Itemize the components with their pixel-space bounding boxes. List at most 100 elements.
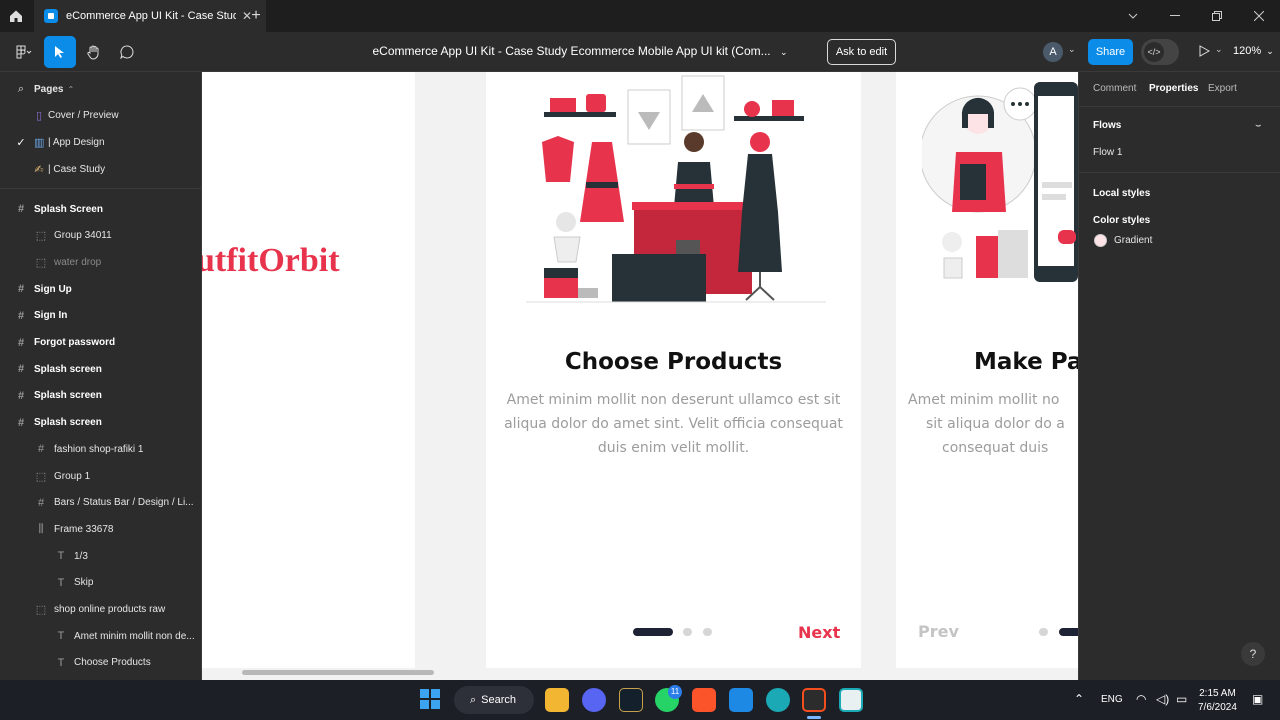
divider bbox=[1079, 172, 1280, 173]
local-styles-label: Local styles bbox=[1093, 188, 1151, 199]
pages-header[interactable]: ⌕ Pages ⌃ bbox=[0, 76, 201, 102]
layer-row[interactable]: T Choose Products bbox=[0, 650, 201, 676]
browser-tab-bar: eCommerce App UI Kit - Case Stud ✕ + bbox=[0, 0, 1280, 32]
league-icon[interactable] bbox=[619, 688, 643, 712]
layer-row[interactable]: ⬚ shop online products raw bbox=[0, 597, 201, 623]
wifi-icon[interactable]: ◠ bbox=[1136, 692, 1146, 706]
page-item-app-design[interactable]: ✓ ▥ | App Design bbox=[0, 129, 201, 155]
tab-export[interactable]: Export bbox=[1208, 83, 1237, 94]
page-item-label: | App Design bbox=[48, 136, 105, 148]
move-tool-icon[interactable] bbox=[44, 36, 76, 68]
page-indicator-active bbox=[1059, 628, 1078, 636]
flow-collapse-icon[interactable]: ⌣ bbox=[1255, 120, 1262, 131]
zoom-value: 120% bbox=[1233, 45, 1262, 57]
layer-row[interactable]: ⫼ Frame 33678 bbox=[0, 516, 201, 542]
document-title[interactable]: eCommerce App UI Kit - Case Study Ecomme… bbox=[340, 44, 820, 58]
layer-row[interactable]: ⬚ water drop bbox=[0, 249, 201, 275]
taskbar-search-label: Search bbox=[481, 694, 517, 706]
restore-icon[interactable] bbox=[1196, 0, 1238, 32]
design-canvas[interactable]: utfitOrbit Choose Products Amet minim mo… bbox=[202, 72, 1078, 680]
screen-heading: Choose Products bbox=[564, 349, 783, 375]
figma-tab-icon bbox=[44, 9, 58, 23]
layer-row[interactable]: # Splash screen bbox=[0, 356, 201, 382]
layer-row[interactable]: ⬚ Group 1 bbox=[0, 463, 201, 489]
figma-toolbar: eCommerce App UI Kit - Case Study Ecomme… bbox=[0, 32, 1280, 72]
volume-icon[interactable]: ◁) bbox=[1156, 692, 1169, 706]
notification-icon[interactable]: ▣ bbox=[1252, 692, 1263, 706]
tab-properties[interactable]: Properties bbox=[1149, 83, 1198, 94]
layer-row[interactable]: T Skip bbox=[0, 570, 201, 596]
app-icon[interactable] bbox=[839, 688, 863, 712]
prev-button[interactable]: Prev bbox=[918, 622, 959, 641]
minimize-icon[interactable] bbox=[1154, 0, 1196, 32]
frame-make-payment[interactable]: Make Pa Amet minim mollit no sit aliqua d… bbox=[896, 72, 1078, 668]
figma-icon[interactable] bbox=[802, 688, 826, 712]
chevron-up-icon[interactable]: ⌃ bbox=[1074, 692, 1084, 706]
notification-badge: 11 bbox=[668, 685, 682, 699]
file-explorer-icon[interactable] bbox=[545, 688, 569, 712]
search-icon[interactable]: ⌕ bbox=[14, 83, 28, 96]
close-window-icon[interactable] bbox=[1238, 0, 1280, 32]
layer-label: Splash Screen bbox=[34, 203, 103, 215]
horizontal-scrollbar[interactable] bbox=[242, 670, 434, 675]
vscode-icon[interactable] bbox=[729, 688, 753, 712]
layer-row[interactable]: T 1/3 bbox=[0, 543, 201, 569]
hand-tool-icon[interactable] bbox=[78, 36, 110, 68]
clock-time: 2:15 AM bbox=[1199, 688, 1236, 699]
discord-icon[interactable] bbox=[582, 688, 606, 712]
text-icon: T bbox=[57, 656, 65, 669]
language-indicator[interactable]: ENG bbox=[1101, 694, 1123, 705]
layer-row[interactable]: T Amet minim mollit non de... bbox=[0, 623, 201, 649]
chevron-down-icon[interactable] bbox=[1112, 0, 1154, 32]
next-button[interactable]: Next bbox=[798, 623, 840, 642]
layer-row[interactable]: # Sign Up bbox=[0, 276, 201, 302]
share-button[interactable]: Share bbox=[1088, 39, 1133, 65]
home-icon[interactable] bbox=[0, 0, 32, 32]
layer-label: Sign Up bbox=[34, 283, 72, 295]
system-clock[interactable]: 2:15 AM 7/6/2024 bbox=[1198, 687, 1237, 715]
layer-label: 1/3 bbox=[74, 550, 88, 562]
layer-row[interactable]: # Splash screen bbox=[0, 383, 201, 409]
layer-label: shop online products raw bbox=[54, 604, 166, 615]
layer-row[interactable]: # Sign In bbox=[0, 303, 201, 329]
layer-row[interactable]: # Splash Screen bbox=[0, 196, 201, 222]
layer-row[interactable]: ⬚ Group 34011 bbox=[0, 223, 201, 249]
ask-to-edit-button[interactable]: Ask to edit bbox=[827, 39, 896, 65]
battery-icon[interactable]: ▭ bbox=[1176, 692, 1187, 706]
layer-row[interactable]: # Forgot password bbox=[0, 330, 201, 356]
text-icon: T bbox=[57, 550, 65, 563]
present-icon[interactable] bbox=[1198, 44, 1211, 63]
tab-comment[interactable]: Comment bbox=[1093, 83, 1136, 94]
layer-row[interactable]: # Bars / Status Bar / Design / Li... bbox=[0, 490, 201, 516]
layer-row[interactable]: # Splash screen bbox=[0, 410, 201, 436]
chevron-up-icon: ⌃ bbox=[67, 84, 75, 94]
dev-mode-toggle[interactable]: </> bbox=[1141, 39, 1179, 65]
windows-start-icon[interactable] bbox=[420, 689, 440, 714]
chevron-down-icon[interactable]: ⌄ bbox=[1068, 44, 1076, 55]
taskbar: ⌕ Search 11 ⌃ ENG ◠ ◁) ▭ 2:15 AM 7/6/202… bbox=[0, 680, 1280, 720]
avatar[interactable]: A bbox=[1043, 42, 1063, 62]
frame-icon: # bbox=[37, 496, 45, 509]
comment-tool-icon[interactable] bbox=[111, 36, 143, 68]
gradient-style[interactable]: Gradient bbox=[1114, 235, 1152, 246]
new-tab-button[interactable]: + bbox=[246, 6, 266, 26]
chevron-down-icon[interactable]: ⌄ bbox=[1215, 44, 1223, 55]
chevron-down-icon[interactable]: ⌄ bbox=[780, 47, 788, 57]
active-app-indicator bbox=[807, 716, 821, 719]
layer-label: Choose Products bbox=[74, 657, 151, 669]
page-item-cover[interactable]: ▯ Cover / Preview bbox=[0, 102, 201, 128]
edge-icon[interactable] bbox=[766, 688, 790, 712]
zoom-level[interactable]: 120% ⌄ bbox=[1233, 45, 1274, 57]
layer-row[interactable]: # fashion shop-rafiki 1 bbox=[0, 436, 201, 462]
page-item-case-study[interactable]: ✍ | Case Study bbox=[0, 156, 201, 182]
browser-tab[interactable]: eCommerce App UI Kit - Case Stud ✕ bbox=[34, 0, 266, 32]
flow-item[interactable]: Flow 1 bbox=[1093, 147, 1122, 158]
group-icon: ⬚ bbox=[35, 604, 47, 616]
taskbar-search[interactable]: ⌕ Search bbox=[454, 686, 534, 714]
main-menu-icon[interactable] bbox=[8, 36, 40, 68]
frame-splash[interactable]: utfitOrbit bbox=[202, 72, 415, 668]
brave-icon[interactable] bbox=[692, 688, 716, 712]
help-button[interactable]: ? bbox=[1241, 642, 1265, 666]
frame-choose-products[interactable]: Choose Products Amet minim mollit non de… bbox=[486, 72, 861, 668]
body-line: Amet minim mollit no bbox=[908, 392, 1060, 408]
